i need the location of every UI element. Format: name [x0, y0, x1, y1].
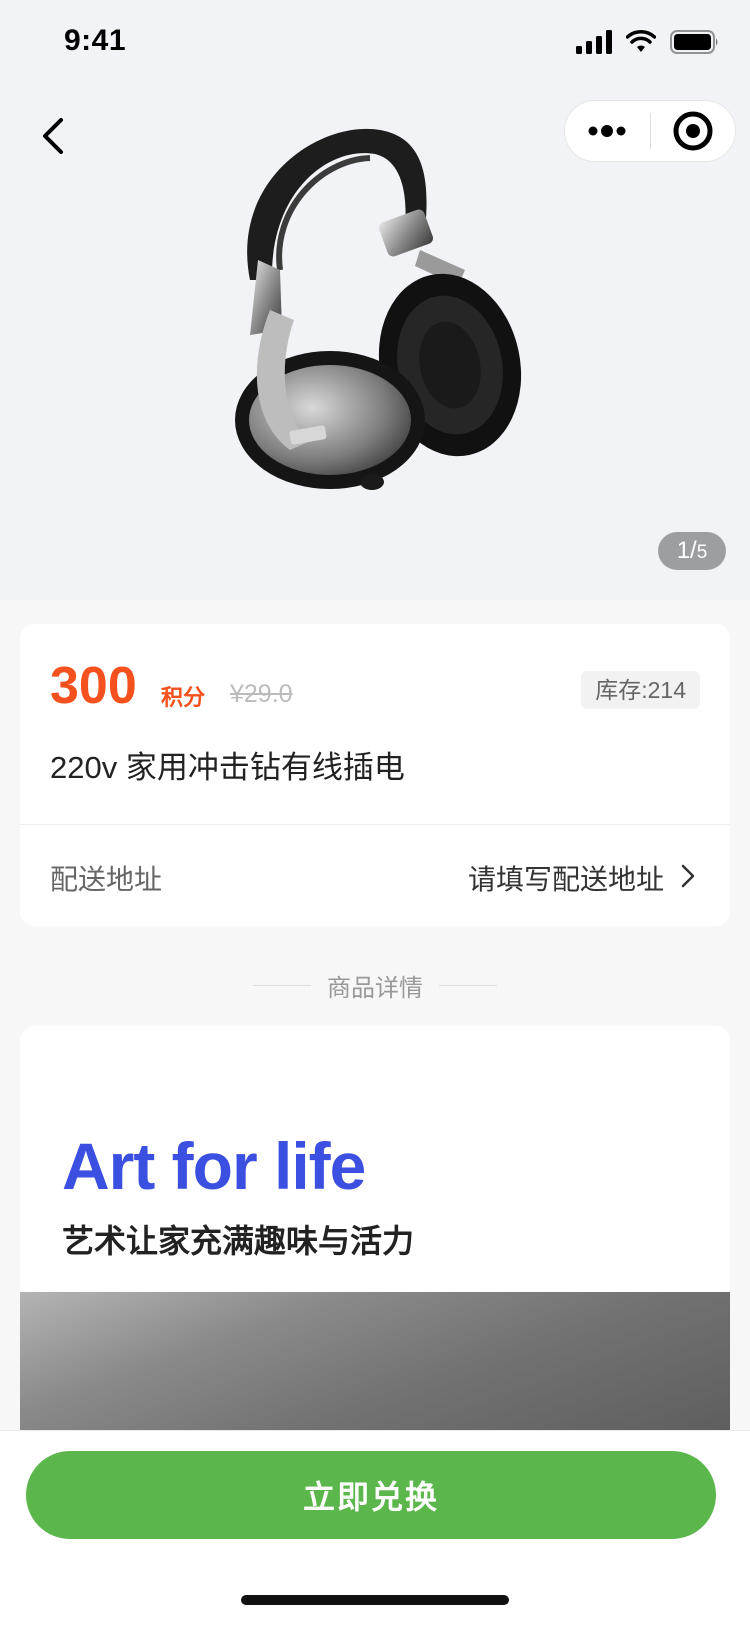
battery-icon — [670, 30, 718, 54]
detail-photo — [20, 1292, 730, 1430]
detail-section-header: 商品详情 — [0, 968, 750, 1003]
points-price: 300 — [50, 657, 137, 715]
delivery-address-label: 配送地址 — [50, 864, 163, 895]
home-indicator — [241, 1595, 509, 1605]
product-detail-content: Art for life 艺术让家充满趣味与活力 — [20, 1026, 730, 1430]
product-gallery[interactable]: 1/5 — [0, 0, 750, 600]
wifi-icon — [626, 30, 656, 52]
stock-badge: 库存:214 — [581, 671, 700, 709]
product-title: 220v 家用冲击钻有线插电 — [50, 750, 405, 785]
target-icon — [673, 111, 713, 151]
back-button[interactable] — [26, 108, 82, 164]
product-image — [235, 128, 522, 490]
section-line-left — [253, 985, 311, 986]
close-miniprogram-button[interactable] — [651, 101, 736, 161]
points-unit: 积分 — [161, 685, 206, 710]
chevron-right-icon — [681, 864, 695, 888]
bottom-action-bar: 立即兑换 — [0, 1430, 750, 1625]
status-bar: 9:41 — [0, 0, 750, 88]
product-info-card: 300 积分 ¥29.0 库存:214 220v 家用冲击钻有线插电 配送地址 … — [20, 624, 730, 926]
section-line-right — [439, 985, 497, 986]
signal-icon — [576, 30, 612, 54]
detail-headline-cn: 艺术让家充满趣味与活力 — [62, 1223, 415, 1259]
miniprogram-capsule — [564, 100, 736, 162]
exchange-now-button[interactable]: 立即兑换 — [26, 1451, 716, 1539]
original-price: ¥29.0 — [230, 680, 293, 708]
status-icons — [576, 30, 720, 54]
more-dots-icon — [588, 125, 626, 137]
card-divider — [20, 824, 730, 825]
more-button[interactable] — [565, 101, 650, 161]
pager-current: 1 — [676, 537, 691, 564]
chevron-left-icon — [43, 118, 63, 154]
section-title: 商品详情 — [327, 975, 423, 1002]
detail-headline-en: Art for life — [62, 1129, 366, 1203]
pager-slash: / — [690, 537, 697, 564]
pager-total: 5 — [696, 542, 708, 563]
status-time: 9:41 — [64, 24, 127, 57]
gallery-pager: 1/5 — [658, 532, 726, 570]
delivery-address-placeholder[interactable]: 请填写配送地址 — [468, 858, 664, 898]
